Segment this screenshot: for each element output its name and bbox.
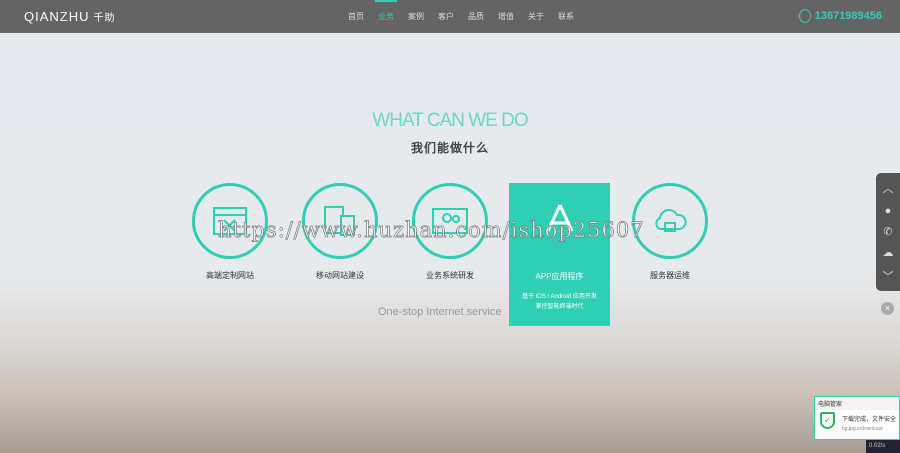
top-nav: QIANZHU 千助 首页 业务 案例 客户 品质 增值 关于 联系 136719…	[0, 0, 900, 33]
phone-icon[interactable]: ✆	[883, 225, 892, 238]
popup-title: 电脑管家	[815, 397, 899, 410]
qq-icon[interactable]: ●	[885, 205, 892, 217]
logo-cn: 千助	[93, 13, 116, 24]
phone-contact: 13671989456	[798, 9, 882, 23]
service-label: 高端定制网站	[206, 271, 254, 280]
service-app-highlighted[interactable]: APP应用程序 基于 iOS / Android 应用开发 掌控智能终端时代	[509, 183, 610, 326]
phone-icon	[798, 9, 811, 23]
nav-item-value-added[interactable]: 增值	[491, 0, 521, 33]
taskbar-indicator: 0.02/s	[866, 440, 900, 453]
nav-item-cases[interactable]: 案例	[401, 0, 431, 33]
tagline: One-stop Internet service	[378, 306, 502, 318]
nav-item-quality[interactable]: 品质	[461, 0, 491, 33]
section-title: WHAT CAN WE DO	[372, 110, 528, 131]
chevron-up-icon[interactable]: ︿	[883, 180, 894, 196]
nav-item-clients[interactable]: 客户	[431, 0, 461, 33]
download-notification: 电脑管家 ✓ 下载完成，文件安全 bg.jpg.crdownload	[814, 396, 900, 440]
logo-text: QIANZHU	[24, 9, 90, 24]
service-label: 移动网站建设	[316, 271, 364, 280]
main-menu: 首页 业务 案例 客户 品质 增值 关于 联系	[341, 0, 581, 33]
nav-item-contact[interactable]: 联系	[551, 0, 581, 33]
nav-item-business[interactable]: 业务	[371, 0, 401, 33]
chevron-down-icon[interactable]: ﹀	[883, 268, 894, 284]
service-label: 服务器运维	[650, 271, 690, 280]
shield-check-icon: ✓	[820, 412, 835, 429]
desc-line-2: 掌控智能终端时代	[535, 304, 584, 310]
watermark: https://www.huzhan.com/ishop25607	[218, 218, 645, 243]
popup-file[interactable]: bg.jpg.crdownload	[842, 426, 883, 432]
wechat-icon[interactable]: ☁	[883, 246, 894, 259]
phone-number: 13671989456	[814, 10, 882, 22]
side-toolbar: ︿ ● ✆ ☁ ﹀	[876, 173, 900, 291]
nav-item-home[interactable]: 首页	[341, 0, 371, 33]
service-desc: 基于 iOS / Android 应用开发 掌控智能终端时代	[509, 292, 610, 312]
section-subtitle: 我们能做什么	[410, 141, 489, 155]
service-label: APP应用程序	[535, 272, 584, 281]
logo[interactable]: QIANZHU 千助	[24, 9, 116, 24]
service-label: 业务系统研发	[426, 271, 474, 280]
popup-message: 下载完成，文件安全	[842, 417, 897, 423]
desc-line-1: 基于 iOS / Android 应用开发	[522, 294, 597, 300]
close-icon[interactable]: ×	[881, 302, 894, 315]
nav-item-about[interactable]: 关于	[521, 0, 551, 33]
